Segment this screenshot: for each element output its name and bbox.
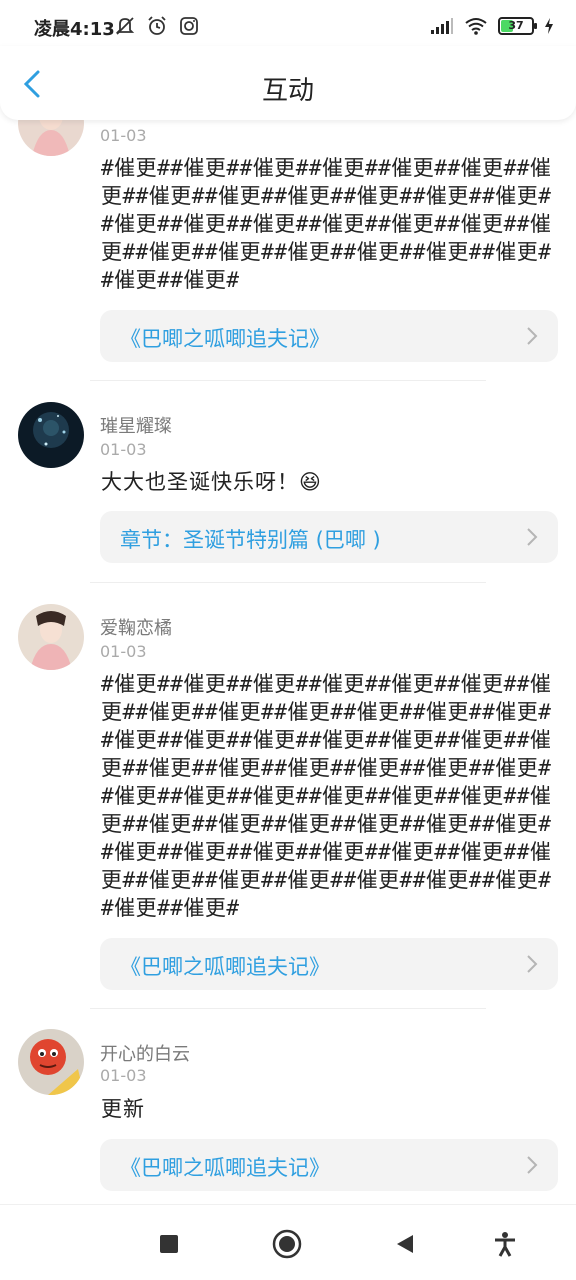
comment-date: 01-03 [100, 440, 147, 459]
battery-level: 37 [508, 19, 524, 32]
comment-text: 大大也圣诞快乐呀！😆 [101, 470, 322, 494]
home-button[interactable] [270, 1227, 304, 1261]
divider [90, 1008, 486, 1009]
work-link-card[interactable]: 《巴唧之呱唧追夫记》 [100, 938, 558, 990]
signal-icon [431, 18, 453, 34]
charging-icon [545, 18, 553, 34]
comment-date: 01-03 [100, 126, 147, 145]
username[interactable]: 爱鞠恋橘 [100, 614, 172, 640]
avatar[interactable] [18, 604, 84, 670]
divider [90, 380, 486, 381]
comment-date: 01-03 [100, 1066, 147, 1085]
home-icon [272, 1229, 302, 1259]
work-link-label: 《巴唧之呱唧追夫记》 [120, 327, 330, 351]
instagram-icon [180, 17, 198, 35]
recent-apps-icon [160, 1235, 178, 1253]
chevron-right-icon [527, 1156, 538, 1174]
username[interactable]: 开心的白云 [100, 1040, 190, 1066]
divider [90, 582, 486, 583]
chevron-right-icon [527, 955, 538, 973]
chevron-right-icon [527, 327, 538, 345]
comment-list[interactable]: 01-03 #催更##催更##催更##催更##催更##催更##催更##催更##催… [0, 0, 576, 1204]
work-link-card[interactable]: 《巴唧之呱唧追夫记》 [100, 1139, 558, 1191]
chapter-link-label: 章节：圣诞节特别篇 (巴唧 ) [120, 528, 381, 552]
chevron-right-icon [527, 528, 538, 546]
comment-date: 01-03 [100, 642, 147, 661]
wifi-icon [465, 18, 487, 35]
comment-text: #催更##催更##催更##催更##催更##催更##催更##催更##催更##催更#… [101, 156, 552, 292]
system-nav-bar [0, 1204, 576, 1280]
recent-apps-button[interactable] [152, 1227, 186, 1261]
work-link-label: 《巴唧之呱唧追夫记》 [120, 1156, 330, 1180]
mute-bell-icon [115, 17, 135, 35]
page-title: 互动 [261, 76, 314, 106]
comment-text: #催更##催更##催更##催更##催更##催更##催更##催更##催更##催更#… [101, 672, 552, 920]
comment-text: 更新 [101, 1097, 145, 1121]
status-time: 凌晨4:13 [34, 19, 115, 40]
accessibility-button[interactable] [488, 1227, 522, 1261]
back-icon [397, 1235, 413, 1253]
username[interactable]: 璀星耀璨 [100, 412, 172, 438]
back-button[interactable] [388, 1227, 422, 1261]
accessibility-icon [495, 1232, 515, 1257]
work-link-label: 《巴唧之呱唧追夫记》 [120, 955, 330, 979]
app-header: 互动 [0, 46, 576, 120]
battery-icon: 37 [498, 17, 537, 35]
avatar[interactable] [18, 402, 84, 468]
alarm-icon [148, 16, 166, 35]
avatar[interactable] [18, 1029, 84, 1095]
chapter-link-card[interactable]: 章节：圣诞节特别篇 (巴唧 ) [100, 511, 558, 563]
work-link-card[interactable]: 《巴唧之呱唧追夫记》 [100, 310, 558, 362]
